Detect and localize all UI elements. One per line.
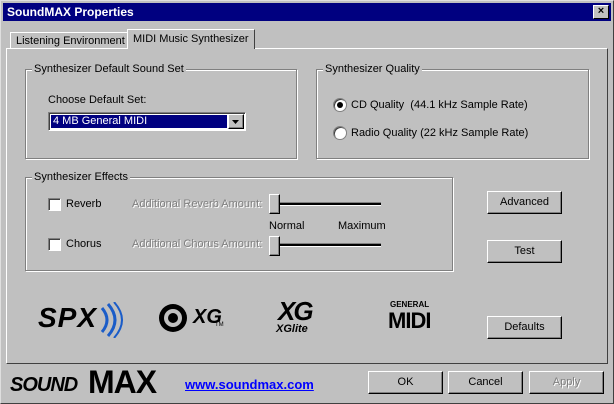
sound-set-selected: 4 MB General MIDI: [51, 115, 227, 128]
spx-logo: SPX: [36, 300, 126, 340]
cd-quality-radio[interactable]: [333, 98, 347, 112]
close-button[interactable]: ×: [593, 5, 609, 19]
reverb-amount-label: Additional Reverb Amount:: [132, 198, 263, 210]
effects-group: Synthesizer Effects Reverb Additional Re…: [25, 171, 453, 271]
scale-normal-label: Normal: [269, 220, 305, 232]
reverb-checkbox[interactable]: [48, 198, 61, 211]
sound-set-legend: Synthesizer Default Sound Set: [32, 63, 186, 75]
scale-maximum-label: Maximum: [338, 220, 386, 232]
xglite-logo-bottom: XGlite: [276, 323, 308, 335]
advanced-label: Advanced: [500, 196, 549, 208]
chorus-checkbox[interactable]: [48, 238, 61, 251]
test-button[interactable]: Test: [487, 240, 562, 263]
general-midi-logo: GENERAL MIDI: [386, 300, 442, 340]
chorus-label[interactable]: Chorus: [66, 238, 101, 250]
website-link[interactable]: www.soundmax.com: [185, 377, 314, 392]
sound-waves-icon: [100, 302, 123, 338]
chevron-down-icon: [232, 120, 239, 124]
ok-label: OK: [397, 376, 414, 388]
reverb-label[interactable]: Reverb: [66, 198, 101, 210]
advanced-button[interactable]: Advanced: [487, 191, 562, 214]
ok-button[interactable]: OK: [368, 371, 443, 394]
effects-legend: Synthesizer Effects: [32, 171, 130, 183]
xglite-logo: XG XGlite: [276, 296, 330, 340]
spx-logo-text: SPX: [38, 302, 98, 333]
choose-set-label: Choose Default Set:: [48, 94, 147, 106]
xg-tm-mark: TM: [215, 322, 224, 328]
tab-listening-environment[interactable]: Listening Environment: [10, 32, 131, 49]
sound-set-group: Synthesizer Default Sound Set Choose Def…: [25, 63, 297, 159]
brand-small-text: SOUND: [10, 374, 78, 396]
radio-dot: [337, 102, 343, 108]
dropdown-button[interactable]: [228, 114, 244, 129]
test-label: Test: [514, 245, 535, 257]
soundmax-brand-logo: SOUND MAX: [10, 364, 180, 400]
brand-big-text: MAX: [88, 364, 157, 400]
radio-quality-radio[interactable]: [333, 126, 347, 140]
title-bar[interactable]: SoundMAX Properties ×: [3, 3, 611, 21]
apply-button[interactable]: Apply: [529, 371, 604, 394]
cd-quality-label[interactable]: CD Quality (44.1 kHz Sample Rate): [351, 99, 528, 111]
quality-group: Synthesizer Quality CD Quality (44.1 kHz…: [316, 63, 589, 159]
quality-legend: Synthesizer Quality: [323, 63, 422, 75]
sound-set-dropdown[interactable]: 4 MB General MIDI: [48, 112, 246, 131]
chorus-slider-thumb[interactable]: [269, 236, 280, 256]
reverb-slider-thumb[interactable]: [269, 194, 280, 214]
defaults-label: Defaults: [504, 321, 545, 333]
reverb-slider-track[interactable]: [271, 202, 381, 206]
xg-emblem-icon: [159, 304, 187, 332]
apply-label: Apply: [552, 376, 581, 388]
cancel-button[interactable]: Cancel: [448, 371, 523, 394]
xg-logo: XG TM: [157, 300, 227, 336]
chorus-amount-label: Additional Chorus Amount:: [132, 238, 263, 250]
tab-midi-music-synthesizer[interactable]: MIDI Music Synthesizer: [127, 29, 255, 49]
defaults-button[interactable]: Defaults: [487, 316, 562, 339]
gm-logo-bottom: MIDI: [388, 308, 431, 333]
cancel-label: Cancel: [468, 376, 503, 388]
chorus-slider-track[interactable]: [271, 243, 381, 247]
window-title: SoundMAX Properties: [7, 5, 134, 19]
radio-quality-label[interactable]: Radio Quality (22 kHz Sample Rate): [351, 127, 528, 139]
